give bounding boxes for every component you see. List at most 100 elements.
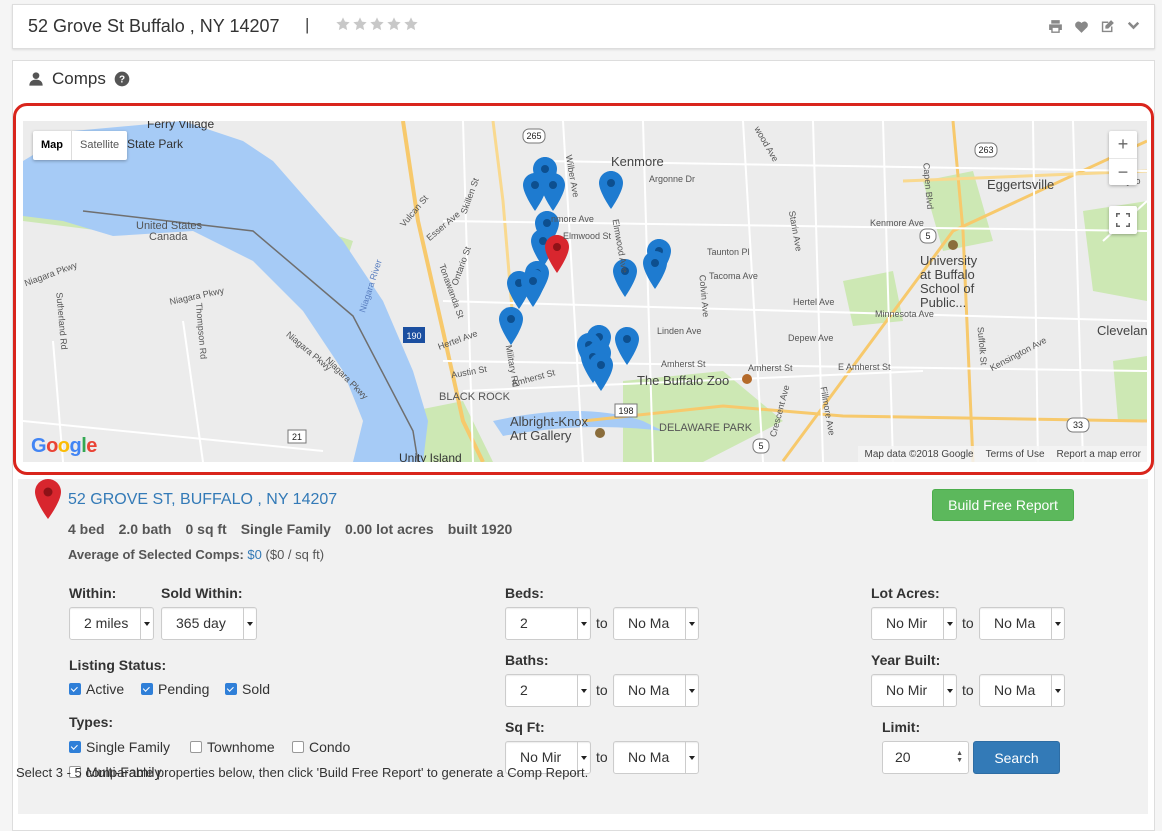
terms-of-use-link[interactable]: Terms of Use [986, 449, 1045, 460]
subject-pin-icon [35, 479, 61, 519]
year-max-value: No Ma [994, 682, 1036, 698]
star-icon[interactable] [403, 16, 419, 32]
fact-baths: 2.0 bath [118, 521, 172, 537]
checkbox-icon[interactable] [69, 741, 81, 753]
limit-label: Limit: [882, 719, 921, 735]
within-value: 2 miles [84, 615, 129, 631]
within-select[interactable]: 2 miles [69, 607, 154, 640]
heart-icon[interactable] [1073, 18, 1090, 35]
build-free-report-button[interactable]: Build Free Report [932, 489, 1074, 521]
star-icon[interactable] [335, 16, 351, 32]
map-type-map-button[interactable]: Map [33, 131, 72, 160]
checkbox-label: Sold [242, 681, 271, 697]
star-rating[interactable] [335, 16, 419, 32]
report-map-error-link[interactable]: Report a map error [1057, 449, 1141, 460]
property-title: 52 Grove St Buffalo , NY 14207 [28, 16, 280, 36]
caret-down-icon [1051, 675, 1064, 706]
star-icon[interactable] [386, 16, 402, 32]
checkbox-icon[interactable] [292, 741, 304, 753]
beds-max-select[interactable]: No Ma [613, 607, 699, 640]
map-label: DELAWARE PARK [659, 422, 753, 434]
lot-max-select[interactable]: No Ma [979, 607, 1065, 640]
map-label: Depew Ave [788, 333, 834, 343]
type-townhome-checkbox[interactable]: Townhome [190, 739, 275, 755]
star-icon[interactable] [369, 16, 385, 32]
spinner-icon[interactable]: ▲ ▼ [956, 750, 963, 764]
map-type-satellite-button[interactable]: Satellite [72, 131, 127, 160]
to-label: to [596, 615, 608, 631]
checkbox-label: Condo [309, 739, 351, 755]
year-min-select[interactable]: No Mir [871, 674, 957, 707]
zoo-marker-icon [742, 374, 752, 384]
baths-max-select[interactable]: No Ma [613, 674, 699, 707]
caret-down-icon [577, 608, 590, 639]
star-icon[interactable] [352, 16, 368, 32]
fact-sqft: 0 sq ft [185, 521, 227, 537]
map-label: University at Buffalo School of Public..… [920, 253, 978, 310]
caret-down-icon [685, 675, 698, 706]
map-label: Ferry Village [147, 121, 215, 131]
checkbox-icon[interactable] [141, 683, 153, 695]
checkbox-label: Townhome [207, 739, 275, 755]
sqft-max-value: No Ma [628, 749, 670, 765]
map-label: Elmwood St [563, 231, 612, 241]
status-sold-checkbox[interactable]: Sold [225, 681, 270, 697]
map-label: Albright-Knox Art Gallery [510, 414, 589, 443]
caret-down-icon [685, 742, 698, 773]
map-label: Hertel Ave [793, 297, 835, 307]
average-label: Average of Selected Comps: [68, 547, 244, 562]
sqft-max-select[interactable]: No Ma [613, 741, 699, 774]
fullscreen-button[interactable] [1109, 206, 1137, 234]
status-pending-checkbox[interactable]: Pending [141, 681, 209, 697]
lot-max-value: No Ma [994, 615, 1036, 631]
caret-down-icon [1051, 608, 1064, 639]
route-5: 5 [758, 441, 763, 451]
zoom-in-button[interactable]: + [1109, 131, 1137, 158]
average-value[interactable]: $0 [247, 547, 261, 562]
map-label: Tacoma Ave [709, 271, 758, 281]
map-label: Clevelan [1097, 323, 1147, 338]
checkbox-icon[interactable] [69, 683, 81, 695]
user-icon [29, 72, 43, 86]
baths-min-value: 2 [520, 682, 528, 698]
map-label: Minnesota Ave [875, 309, 934, 319]
checkbox-icon[interactable] [190, 741, 202, 753]
chevron-down-icon[interactable] [1125, 18, 1142, 35]
limit-input[interactable]: 20 ▲ ▼ [882, 741, 969, 774]
beds-min-value: 2 [520, 615, 528, 631]
comps-panel: Comps ? 265 263 5 5 190 198 33 21 Ferry … [12, 60, 1155, 831]
within-label: Within: [69, 585, 117, 601]
checkbox-label: Active [86, 681, 125, 697]
fact-type: Single Family [240, 521, 331, 537]
google-logo-text: Google [31, 435, 97, 457]
route-5: 5 [925, 231, 930, 241]
comps-title: Comps [52, 69, 106, 88]
sold-within-select[interactable]: 365 day [161, 607, 257, 640]
average-per-sqft: ($0 / sq ft) [265, 547, 325, 562]
status-active-checkbox[interactable]: Active [69, 681, 124, 697]
caret-down-icon [577, 675, 590, 706]
type-single-family-checkbox[interactable]: Single Family [69, 739, 170, 755]
map-label: BLACK ROCK [439, 391, 510, 403]
subject-address-link[interactable]: 52 GROVE ST, BUFFALO , NY 14207 [68, 491, 337, 509]
lot-min-select[interactable]: No Mir [871, 607, 957, 640]
year-built-label: Year Built: [871, 652, 941, 668]
year-max-select[interactable]: No Ma [979, 674, 1065, 707]
zoom-out-button[interactable]: − [1109, 158, 1137, 185]
beds-min-select[interactable]: 2 [505, 607, 591, 640]
search-button[interactable]: Search [973, 741, 1060, 774]
caret-down-icon [685, 608, 698, 639]
comps-map[interactable]: 265 263 5 5 190 198 33 21 Ferry Village [23, 121, 1147, 462]
route-33: 33 [1073, 420, 1083, 430]
edit-icon[interactable] [1099, 18, 1116, 35]
to-label: to [596, 682, 608, 698]
print-icon[interactable] [1047, 18, 1064, 35]
sqft-min-value: No Mir [520, 749, 562, 765]
baths-min-select[interactable]: 2 [505, 674, 591, 707]
type-condo-checkbox[interactable]: Condo [292, 739, 350, 755]
checkbox-icon[interactable] [225, 683, 237, 695]
help-icon[interactable]: ? [114, 71, 130, 87]
fact-beds: 4 bed [68, 521, 105, 537]
map-label: Amherst St [661, 359, 706, 369]
map-label: Unity Island [399, 451, 462, 462]
